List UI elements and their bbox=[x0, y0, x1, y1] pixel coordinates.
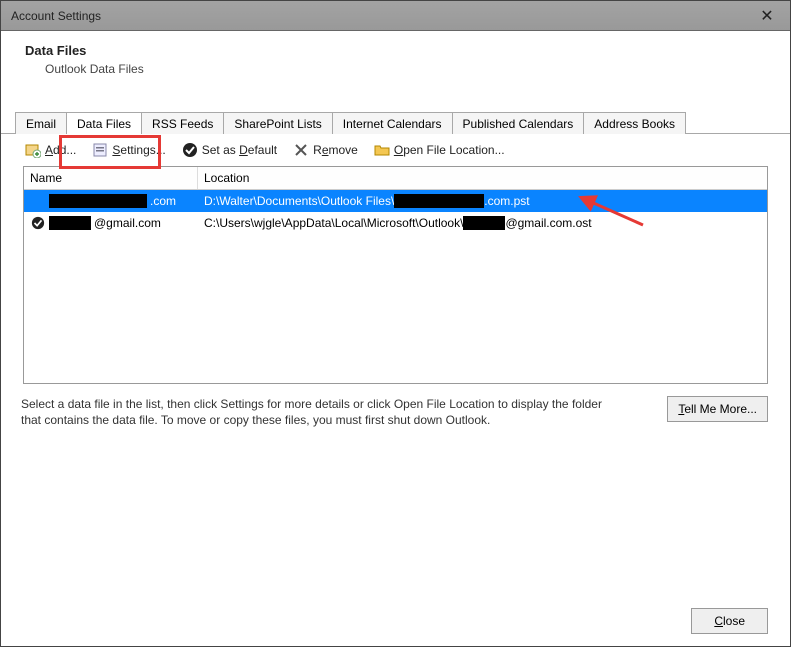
tab-data-files[interactable]: Data Files bbox=[66, 112, 142, 134]
settings-button[interactable]: Settings... bbox=[92, 142, 165, 158]
tab-address-books[interactable]: Address Books bbox=[583, 112, 686, 134]
window-title: Account Settings bbox=[11, 9, 101, 23]
instruction-row: Select a data file in the list, then cli… bbox=[21, 396, 768, 428]
table-row[interactable]: .com D:\Walter\Documents\Outlook Files\ … bbox=[24, 190, 767, 212]
cell-location: D:\Walter\Documents\Outlook Files\ .com.… bbox=[198, 194, 767, 208]
remove-button[interactable]: Remove bbox=[293, 142, 358, 158]
folder-open-icon bbox=[374, 142, 390, 158]
loc-suffix: .com.pst bbox=[484, 194, 529, 208]
set-default-label: efault bbox=[248, 143, 277, 157]
default-icon-slot bbox=[30, 193, 46, 209]
name-suffix: @gmail.com bbox=[94, 216, 161, 230]
tab-rss-feeds[interactable]: RSS Feeds bbox=[141, 112, 224, 134]
close-icon[interactable]: ✕ bbox=[752, 4, 782, 28]
redacted-text bbox=[49, 216, 91, 230]
loc-prefix: C:\Users\wjgle\AppData\Local\Microsoft\O… bbox=[204, 216, 463, 230]
data-files-list: Name Location .com D:\Walter\Documents\O… bbox=[23, 166, 768, 384]
tabstrip: Email Data Files RSS Feeds SharePoint Li… bbox=[1, 108, 790, 134]
redacted-text bbox=[49, 194, 147, 208]
settings-icon bbox=[92, 142, 108, 158]
instruction-text: Select a data file in the list, then cli… bbox=[21, 396, 621, 428]
page-title: Data Files bbox=[25, 43, 766, 58]
add-icon bbox=[25, 142, 41, 158]
close-button[interactable]: Close bbox=[691, 608, 768, 634]
cell-name: @gmail.com bbox=[24, 215, 198, 231]
loc-prefix: D:\Walter\Documents\Outlook Files\ bbox=[204, 194, 394, 208]
default-check-icon bbox=[30, 215, 46, 231]
title-bar: Account Settings ✕ bbox=[1, 1, 790, 31]
loc-suffix: @gmail.com.ost bbox=[505, 216, 591, 230]
list-header: Name Location bbox=[24, 167, 767, 190]
tab-email[interactable]: Email bbox=[15, 112, 67, 134]
settings-label: ettings... bbox=[120, 143, 165, 157]
cell-location: C:\Users\wjgle\AppData\Local\Microsoft\O… bbox=[198, 216, 767, 230]
table-row[interactable]: @gmail.com C:\Users\wjgle\AppData\Local\… bbox=[24, 212, 767, 234]
remove-label: move bbox=[329, 143, 358, 157]
redacted-text bbox=[394, 194, 484, 208]
tab-internet-calendars[interactable]: Internet Calendars bbox=[332, 112, 453, 134]
tab-sharepoint-lists[interactable]: SharePoint Lists bbox=[223, 112, 332, 134]
set-default-button[interactable]: Set as Default bbox=[182, 142, 277, 158]
page-header: Data Files Outlook Data Files bbox=[1, 31, 790, 90]
add-label: dd... bbox=[53, 143, 76, 157]
open-file-location-label: pen File Location... bbox=[403, 143, 504, 157]
column-name[interactable]: Name bbox=[24, 167, 198, 189]
name-suffix: .com bbox=[150, 194, 176, 208]
toolbar: Add... Settings... Set as Default Remove… bbox=[1, 134, 790, 164]
tab-published-calendars[interactable]: Published Calendars bbox=[452, 112, 585, 134]
redacted-text bbox=[463, 216, 505, 230]
add-button[interactable]: Add... bbox=[25, 142, 76, 158]
tell-me-more-button[interactable]: Tell Me More... bbox=[667, 396, 768, 422]
cell-name: .com bbox=[24, 193, 198, 209]
open-file-location-button[interactable]: Open File Location... bbox=[374, 142, 505, 158]
check-circle-icon bbox=[182, 142, 198, 158]
column-location[interactable]: Location bbox=[198, 167, 767, 189]
remove-icon bbox=[293, 142, 309, 158]
tell-me-more-label: ell Me More... bbox=[684, 402, 757, 416]
page-subtitle: Outlook Data Files bbox=[45, 62, 766, 76]
